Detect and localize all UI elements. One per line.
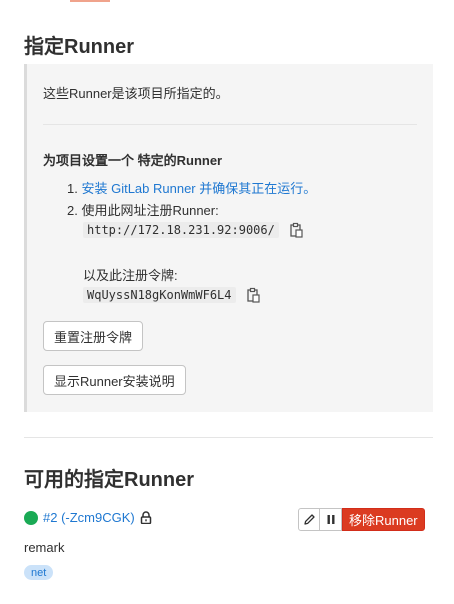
step-number: 2. <box>67 203 78 218</box>
pause-runner-button[interactable] <box>320 508 342 531</box>
pencil-icon <box>303 514 315 525</box>
remove-runner-button[interactable]: 移除Runner <box>342 508 425 531</box>
top-accent-bar <box>70 0 110 2</box>
clipboard-icon <box>246 287 260 303</box>
available-runners-title: 可用的指定Runner <box>24 469 194 491</box>
step-number: 1. <box>67 181 78 196</box>
intro-text: 这些Runner是该项目所指定的。 <box>43 86 229 101</box>
step-register: 2. 使用此网址注册Runner: <box>67 200 219 219</box>
copy-token-button[interactable] <box>244 286 262 304</box>
status-online-icon <box>24 510 38 525</box>
register-url: http://172.18.231.92:9006/ <box>83 222 279 238</box>
runner-item: #2 (-Zcm9CGK) <box>24 510 152 525</box>
runner-link[interactable]: #2 (-Zcm9CGK) <box>43 510 135 525</box>
setup-title: 为项目设置一个 特定的Runner <box>43 153 223 168</box>
token-label: 以及此注册令牌: <box>83 268 178 283</box>
reset-token-button[interactable]: 重置注册令牌 <box>43 321 144 351</box>
pause-icon <box>327 515 334 524</box>
runner-actions: 移除Runner <box>298 508 425 531</box>
register-token-row: WqUyssN18gKonWmWF6L4 <box>83 286 262 304</box>
step-install: 1. 安装 GitLab Runner 并确保其正在运行。 <box>67 178 316 197</box>
specific-runner-info-box: 这些Runner是该项目所指定的。 为项目设置一个 特定的Runner 1. 安… <box>24 64 433 412</box>
edit-runner-button[interactable] <box>298 508 320 531</box>
page-title: 指定Runner <box>24 36 134 58</box>
runner-tag-badge: net <box>24 565 54 580</box>
register-url-row: http://172.18.231.92:9006/ <box>83 221 305 239</box>
section-divider <box>24 437 433 438</box>
copy-url-button[interactable] <box>287 221 305 239</box>
step-register-text: 使用此网址注册Runner: <box>81 203 219 218</box>
clipboard-icon <box>290 222 303 238</box>
show-install-instructions-button[interactable]: 显示Runner安装说明 <box>43 365 186 395</box>
lock-icon <box>140 511 152 524</box>
divider <box>43 124 417 125</box>
register-token: WqUyssN18gKonWmWF6L4 <box>83 287 236 303</box>
install-runner-link[interactable]: 安装 GitLab Runner 并确保其正在运行。 <box>81 181 316 196</box>
runner-description: remark <box>24 540 65 555</box>
